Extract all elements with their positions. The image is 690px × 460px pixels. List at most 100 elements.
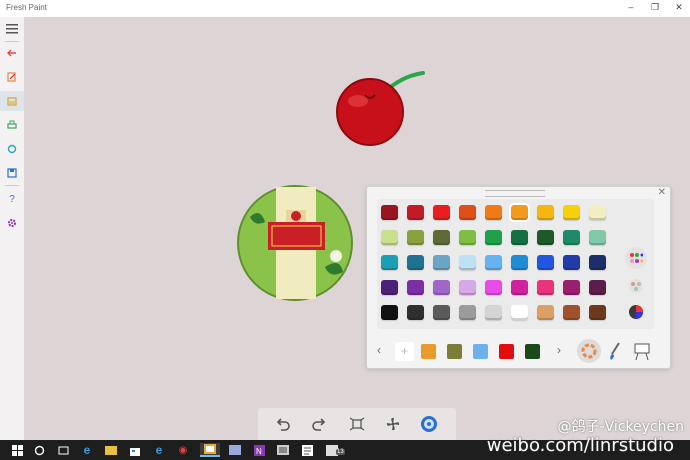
color-swatch[interactable] [589,280,606,295]
color-swatch[interactable] [485,255,502,270]
ie-browser-icon[interactable]: e [152,443,166,457]
notes-icon[interactable] [300,443,314,457]
onenote-icon[interactable]: N [252,443,266,457]
bottom-toolbar [258,408,456,440]
color-swatch[interactable] [537,280,554,295]
store-icon[interactable] [128,443,142,457]
color-swatch[interactable] [485,230,502,245]
undo-icon[interactable] [272,413,294,435]
color-swatch[interactable] [509,203,530,222]
help-icon[interactable]: ? [0,189,24,209]
color-swatch[interactable] [563,205,580,220]
active-color-wheel-icon[interactable] [577,339,601,363]
color-swatch[interactable] [589,305,606,320]
print-icon[interactable] [0,115,24,135]
color-swatch[interactable] [563,280,580,295]
color-swatch[interactable] [381,205,398,220]
fresh-paint-taskbar-icon[interactable] [200,443,220,457]
color-swatch[interactable] [381,255,398,270]
start-windows-icon[interactable] [10,443,24,457]
color-swatch[interactable] [407,230,424,245]
color-swatch[interactable] [589,205,606,220]
fit-screen-icon[interactable] [346,413,368,435]
brush-icon[interactable] [607,341,623,366]
color-swatch[interactable] [589,230,606,245]
app-title: Fresh Paint [6,3,47,12]
color-swatch[interactable] [459,255,476,270]
color-picker-mode-icon[interactable] [625,247,647,269]
color-swatch[interactable] [407,305,424,320]
color-swatch[interactable] [589,255,606,270]
cherry-painting [336,71,425,146]
color-swatch[interactable] [381,280,398,295]
title-bar: Fresh Paint – ❐ ✕ [0,0,690,17]
recent-color-swatch[interactable] [421,344,436,359]
task-view-icon[interactable] [56,443,70,457]
color-wheel-icon[interactable] [625,301,647,323]
color-swatch[interactable] [407,280,424,295]
minimize-icon[interactable]: – [622,2,640,12]
color-swatch[interactable] [537,205,554,220]
palette-blend-icon[interactable] [625,275,647,297]
close-icon[interactable]: ✕ [670,2,688,13]
color-swatch[interactable] [485,205,502,220]
back-arrow-icon[interactable] [0,43,24,63]
color-swatch[interactable] [537,305,554,320]
scroll-right-icon[interactable]: › [557,343,561,357]
color-swatch[interactable] [511,230,528,245]
add-color-button[interactable]: + [395,342,414,361]
color-swatch[interactable] [459,280,476,295]
canvas-easel-icon[interactable] [633,341,651,366]
cortana-search-icon[interactable] [32,443,46,457]
hamburger-menu-icon[interactable] [0,19,24,39]
new-painting-icon[interactable] [0,67,24,87]
fan-icon[interactable] [382,413,404,435]
color-swatch[interactable] [485,280,502,295]
color-swatch[interactable] [563,255,580,270]
color-swatch[interactable] [459,305,476,320]
share-icon[interactable] [0,139,24,159]
color-swatch[interactable] [511,305,528,320]
color-swatch[interactable] [433,305,450,320]
svg-text:N: N [256,447,262,456]
settings-icon[interactable] [0,213,24,233]
left-sidebar: ? [0,17,25,440]
color-swatch[interactable] [537,230,554,245]
color-swatch[interactable] [459,230,476,245]
messaging-badge: 13 [336,449,345,455]
recent-colors-bar: ‹ + › [377,339,667,363]
color-swatch[interactable] [537,255,554,270]
color-swatch[interactable] [485,305,502,320]
close-palette-icon[interactable]: ✕ [658,187,666,198]
color-swatch[interactable] [563,230,580,245]
weibo-icon[interactable]: ◉ [176,443,190,457]
file-explorer-icon[interactable] [104,443,118,457]
restore-icon[interactable]: ❐ [646,2,664,13]
recent-color-swatch[interactable] [447,344,462,359]
recent-color-swatch[interactable] [473,344,488,359]
color-swatch[interactable] [433,255,450,270]
save-icon[interactable] [0,163,24,183]
recent-color-swatch[interactable] [499,344,514,359]
watermark-author: @鸽子-Vickeychen [557,419,684,435]
color-swatch[interactable] [407,255,424,270]
color-swatch[interactable] [433,205,450,220]
recent-color-swatch[interactable] [525,344,540,359]
color-swatch[interactable] [459,205,476,220]
color-swatch[interactable] [433,280,450,295]
color-swatch[interactable] [381,305,398,320]
color-swatch[interactable] [381,230,398,245]
color-swatch[interactable] [563,305,580,320]
redo-icon[interactable] [308,413,330,435]
app-taskbar-icon[interactable] [228,443,242,457]
color-swatch[interactable] [511,255,528,270]
color-swatch[interactable] [433,230,450,245]
edge-browser-icon[interactable]: e [80,443,94,457]
scroll-left-icon[interactable]: ‹ [377,343,381,357]
color-swatch[interactable] [511,280,528,295]
color-swatch[interactable] [407,205,424,220]
pinwheel-icon[interactable] [418,413,440,435]
drag-handle[interactable] [485,190,545,197]
import-image-icon[interactable] [0,91,24,111]
photos-icon[interactable] [276,443,290,457]
